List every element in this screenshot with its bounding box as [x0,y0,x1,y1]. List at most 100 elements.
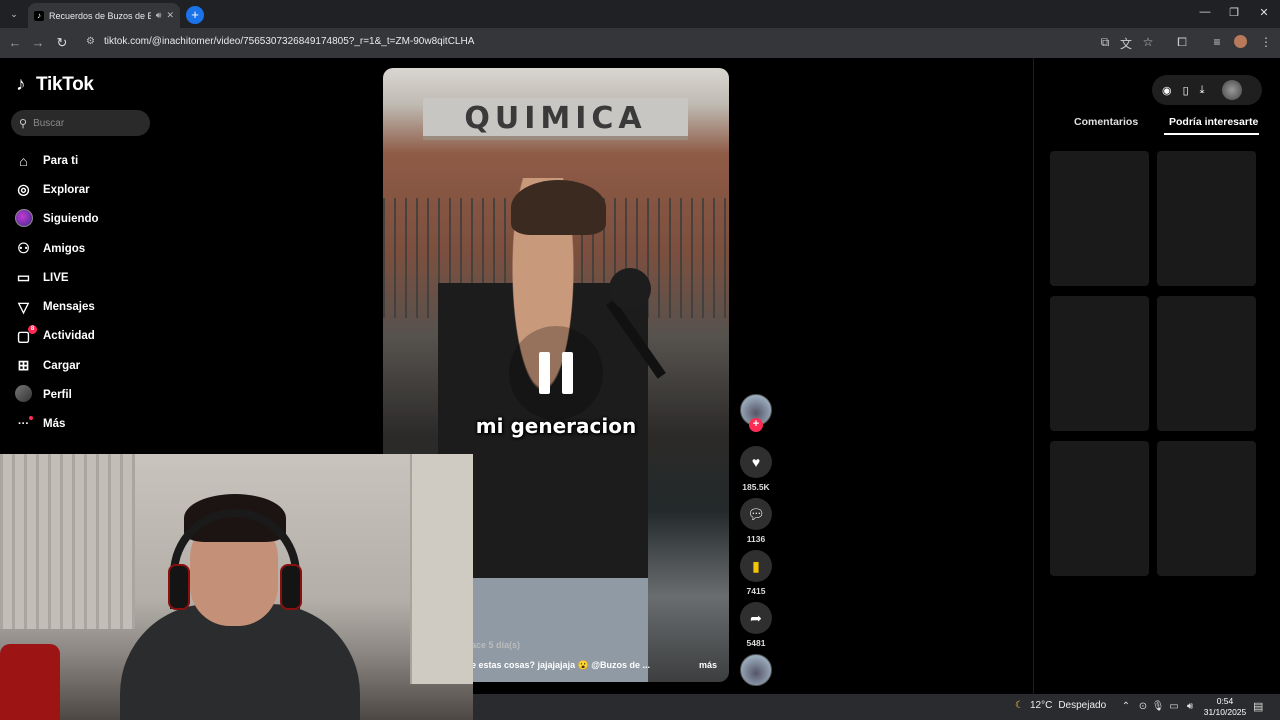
notification-badge: 8 [28,324,37,334]
comment-bubble-icon[interactable]: 💬︎ [740,498,772,530]
following-avatar-icon [15,208,33,230]
save-action[interactable]: ▮ 7415 [740,550,772,596]
microphone-tray-icon[interactable]: 🎙︎ [1151,701,1165,712]
suggested-video-placeholder[interactable] [1157,151,1256,286]
interviewee-hair [511,180,606,235]
follow-plus-button[interactable]: + [749,418,763,432]
search-box[interactable]: ⚲ [11,110,150,136]
more-description-link[interactable]: más [699,660,717,670]
speaker-audio-icon[interactable]: 🔊︎ [156,10,162,21]
close-window-icon[interactable]: ✕ [1254,6,1274,19]
sidebar-item-mas[interactable]: ··· Más [15,410,155,439]
tab-search-chevron-icon[interactable]: ⌄ [6,6,22,22]
new-tab-button[interactable]: + [186,6,204,24]
browser-menu-icon[interactable]: ⋮ [1258,35,1274,49]
sidebar-item-label: Perfil [43,389,72,402]
door-background [410,454,473,684]
weather-condition: Despejado [1058,700,1107,711]
system-clock[interactable]: 0:54 31/10/2025 [1201,696,1249,718]
restore-window-icon[interactable]: ❐ [1224,6,1244,19]
notifications-icon[interactable]: ▤ [1253,700,1263,713]
sidebar-item-cargar[interactable]: ⊞ Cargar [15,351,155,380]
headset-earcup-left [168,564,190,610]
sidebar-item-label: Siguiendo [43,213,99,226]
translate-icon[interactable]: 文 [1118,35,1134,52]
browser-tab-active[interactable]: ♪ Recuerdos de Buzos de Egr 🔊︎ ✕ [28,3,180,28]
sidebar-item-para-ti[interactable]: ⌂ Para ti [15,146,155,175]
tiktok-logo[interactable]: ♪ TikTok [16,74,94,96]
new-dot-indicator [29,415,33,420]
minimize-window-icon[interactable]: — [1195,6,1215,18]
sidebar-item-label: Actividad [43,330,95,343]
video-description: e estas cosas? jajajajaja 😮 @Buzos de ..… [471,660,651,670]
coins-icon[interactable]: ◉ [1162,84,1172,97]
like-count: 185.5K [742,482,770,492]
headset-earcup-right [280,564,302,610]
tab-close-icon[interactable]: ✕ [166,10,174,21]
address-bar[interactable]: tiktok.com/@inachitomer/video/7565307326… [104,36,474,47]
comment-action[interactable]: 💬︎ 1136 [740,498,772,544]
sidebar-item-mensajes[interactable]: ▽ Mensajes [15,292,155,321]
upload-icon: ⊞ [17,357,30,374]
video-date: ace 5 día(s) [471,640,521,650]
friends-icon: ⚇ [17,240,30,257]
weather-widget[interactable]: ☾ 12°C Despejado [1015,700,1106,711]
clock-date: 31/10/2025 [1203,707,1247,717]
building-sign: QUIMICA [423,98,688,140]
pause-icon[interactable] [509,326,603,420]
bookmark-star-icon[interactable]: ☆ [1140,35,1156,49]
user-avatar[interactable] [1221,80,1242,100]
chevron-up-icon[interactable]: ⌃ [1119,701,1133,712]
tab-title: Recuerdos de Buzos de Egr [49,10,151,21]
tab-podria-interesarte[interactable]: Podría interesarte [1169,116,1258,128]
sidebar-item-perfil[interactable]: Perfil [15,380,155,409]
gaming-chair [0,644,60,720]
profile-avatar-icon [15,385,32,405]
more-icon: ··· [18,418,29,431]
sidebar-item-amigos[interactable]: ⚇ Amigos [15,234,155,263]
temperature: 12°C [1029,700,1053,711]
sidebar-item-siguiendo[interactable]: Siguiendo [15,205,155,234]
bookmark-icon[interactable]: ▮ [740,550,772,582]
live-icon: ▭ [16,269,31,286]
suggested-video-placeholder[interactable] [1157,296,1256,431]
volume-icon[interactable]: 🔊︎ [1183,701,1197,712]
media-controls-icon[interactable]: ≡ [1209,35,1225,49]
device-icon[interactable]: ▯ [1183,84,1189,97]
save-count: 7415 [746,586,766,596]
search-input[interactable] [33,117,134,129]
download-icon[interactable]: ⤓ [1200,84,1205,97]
sidebar-item-actividad[interactable]: ▢ 8 Actividad [15,322,155,351]
heart-icon[interactable]: ♥ [740,446,772,478]
tiktok-note-icon: ♪ [16,74,26,95]
back-arrow-icon[interactable]: ← [6,35,24,50]
home-icon: ⌂ [19,152,28,169]
sidebar-item-live[interactable]: ▭ LIVE [15,263,155,292]
install-app-icon[interactable]: ⧉ [1097,35,1113,50]
forward-arrow-icon[interactable]: → [29,35,47,50]
right-panel: ◉ ▯ ⤓ Comentarios Podría interesarte [1033,58,1280,694]
sidebar-item-label: LIVE [43,271,69,284]
compass-icon: ◎ [17,181,30,198]
meet-now-icon[interactable]: ⊙ [1136,701,1150,712]
like-action[interactable]: ♥ 185.5K [740,446,772,492]
suggested-video-placeholder[interactable] [1157,441,1256,576]
sidebar-item-label: Para ti [43,154,79,167]
logo-text: TikTok [36,74,94,95]
suggested-video-placeholder[interactable] [1050,441,1149,576]
music-disc-avatar[interactable] [740,654,772,686]
clock-time: 0:54 [1216,696,1234,706]
share-action[interactable]: ➦ 5481 [740,602,772,648]
share-arrow-icon[interactable]: ➦ [740,602,772,634]
windows-taskbar: ☾ 12°C Despejado ⌃ ⊙ 🎙︎ ▭ 🔊︎ 0:54 31/10/… [473,694,1280,720]
extensions-icon[interactable]: ⧠ [1174,35,1190,50]
browser-profile-avatar-icon[interactable] [1232,35,1248,51]
webcam-overlay [0,454,473,720]
network-icon[interactable]: ▭ [1167,701,1181,712]
site-info-icon[interactable]: ⚙ [86,36,95,47]
reload-icon[interactable]: ↻ [53,35,71,51]
sidebar-item-explorar[interactable]: ◎ Explorar [15,175,155,204]
suggested-video-placeholder[interactable] [1050,296,1149,431]
suggested-video-placeholder[interactable] [1050,151,1149,286]
tab-comentarios[interactable]: Comentarios [1074,116,1138,128]
